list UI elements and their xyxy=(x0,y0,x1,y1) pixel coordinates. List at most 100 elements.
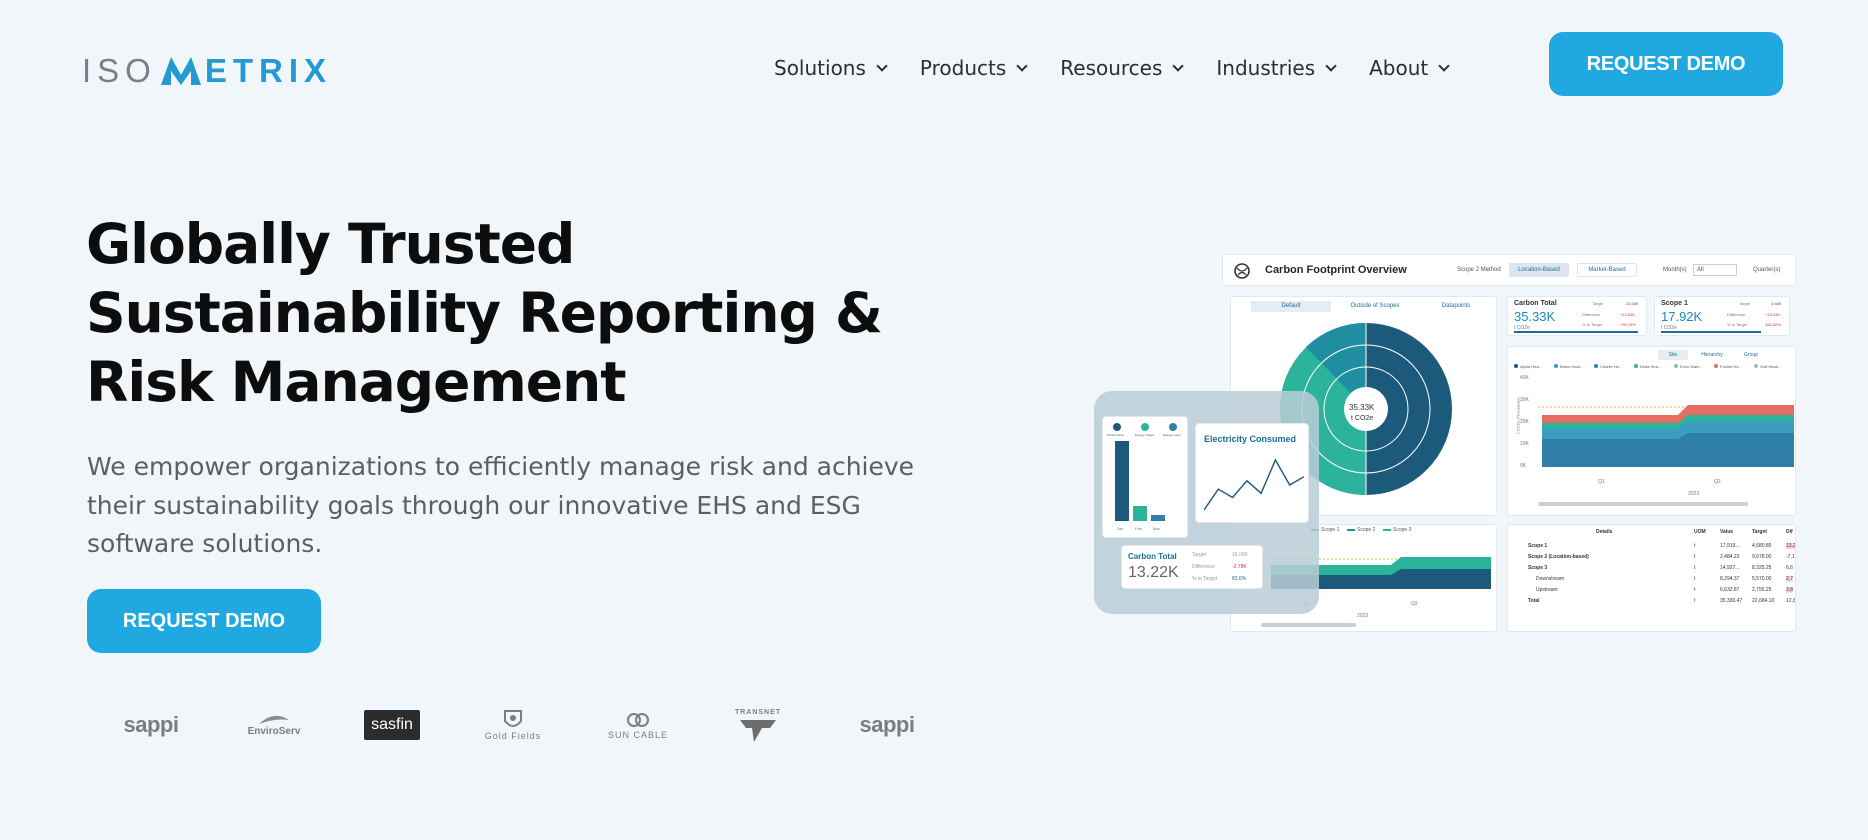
table-row: Upstream t 6,632.87 2,755.25 3,8 xyxy=(1508,587,1795,598)
details-header-cell: Details xyxy=(1596,529,1613,535)
bottom-quarter-label: Q2 xyxy=(1411,601,1418,607)
kpi-diff-label: Difference xyxy=(1727,312,1746,317)
hero-sub-line: software solutions. xyxy=(87,529,323,558)
electricity-card: Electricity Consumed xyxy=(1195,423,1309,523)
chevron-down-icon xyxy=(876,59,888,72)
legend-swatch xyxy=(1514,364,1518,368)
table-cell: Upstream xyxy=(1536,587,1558,593)
area-legend: Alpha Hea... Bravo Heal... Charlie He... De… xyxy=(1514,364,1794,372)
mini-bar-x-label: Mar xyxy=(1153,526,1160,531)
brand-m-mark xyxy=(160,57,201,85)
nav-about[interactable]: About xyxy=(1369,56,1450,80)
tab-location-based[interactable]: Location-Based xyxy=(1509,263,1569,277)
mini-bar-x-label: Jan xyxy=(1117,526,1124,531)
details-table: Details UOM Value Target Dif Scope 1 t 17,919.… xyxy=(1507,524,1796,632)
leaf-icon xyxy=(259,715,289,724)
kpi-pct-label: % to Target xyxy=(1727,322,1748,327)
legend-swatch xyxy=(1634,364,1638,368)
request-demo-button[interactable]: REQUEST DEMO xyxy=(1549,32,1783,96)
dashboard-header: Carbon Footprint Overview Scope 2 Method… xyxy=(1222,254,1796,286)
hero-title: Globally Trusted Sustainability Reportin… xyxy=(86,210,883,417)
bottom-scrollbar[interactable] xyxy=(1261,623,1356,627)
knot-icon xyxy=(627,713,649,727)
view-tab-datapoints[interactable]: Datapoints xyxy=(1421,301,1491,312)
legend-swatch xyxy=(1383,528,1391,531)
details-header-cell: Value xyxy=(1720,529,1734,535)
nav-industries[interactable]: Industries xyxy=(1216,56,1337,80)
hero-request-demo-button[interactable]: REQUEST DEMO xyxy=(87,589,321,653)
kpi-value: 17.92K xyxy=(1661,309,1703,324)
mini-diff-label: Difference xyxy=(1192,564,1215,570)
mini-carbon-value: 13.22K xyxy=(1128,564,1179,581)
legend-item: Echo Ware... xyxy=(1674,364,1703,369)
mini-carbon-label: Carbon Total xyxy=(1128,552,1177,561)
view-tab-outside[interactable]: Outside of Scopes xyxy=(1335,301,1415,312)
tab-market-based[interactable]: Market-Based xyxy=(1577,263,1637,277)
kpi-target: 4.68K xyxy=(1771,301,1782,306)
month-select[interactable]: All xyxy=(1693,264,1737,276)
client-logo-goldfields: Gold Fields xyxy=(482,700,544,750)
area-y-label: t CO2e (Thousands) xyxy=(1515,397,1521,434)
kpi-diff: +13.24K xyxy=(1765,312,1781,317)
area-tab-hierarchy[interactable]: Hierarchy xyxy=(1694,350,1730,360)
kpi-progress-bar xyxy=(1661,331,1761,333)
nav-label: Products xyxy=(919,56,1007,80)
kpi-pct: +55.76% xyxy=(1620,322,1636,327)
mini-target: 16.00K xyxy=(1232,552,1248,558)
legend-item: Golf Head... xyxy=(1754,364,1781,369)
table-row: Scope 2 (Location-based) t 2,484.23 9,678.0… xyxy=(1508,554,1795,565)
table-cell: t xyxy=(1694,598,1696,604)
nav-resources[interactable]: Resources xyxy=(1060,56,1185,80)
donut-center-unit: t CO2e xyxy=(1351,415,1374,422)
shield-icon xyxy=(504,710,522,727)
table-cell: -7,1 xyxy=(1786,554,1795,560)
table-cell: 12,6 xyxy=(1786,598,1796,604)
hero-title-line: Sustainability Reporting & xyxy=(86,281,883,345)
mini-bar-x-label: Feb xyxy=(1135,526,1142,531)
table-cell: 14,927... xyxy=(1720,565,1740,571)
nav-label: Resources xyxy=(1060,56,1163,80)
scope-legend-item: Scope 3 xyxy=(1383,527,1411,533)
table-row: Scope 3 t 14,927... 8,325.25 6,6 xyxy=(1508,565,1795,576)
site-area-card: Site Hierarchy Group Alpha Hea... Bravo H… xyxy=(1507,346,1796,516)
client-logo-text: EnviroServ xyxy=(247,725,301,737)
brand-logo[interactable]: ISO ETRIX xyxy=(82,52,332,90)
main-nav: Solutions Products Resources Industries … xyxy=(774,56,1450,80)
table-cell: 4,680.85 xyxy=(1752,543,1772,549)
nav-solutions[interactable]: Solutions xyxy=(774,56,888,80)
client-logo-sappi-2: sappi xyxy=(859,712,915,737)
mini-bar xyxy=(1151,514,1165,521)
chevron-down-icon xyxy=(1172,59,1185,72)
area-quarter-label: Q2 xyxy=(1714,479,1721,485)
table-cell: Scope 2 (Location-based) xyxy=(1528,554,1589,560)
mini-target-label: Target xyxy=(1192,552,1206,558)
nav-products[interactable]: Products xyxy=(919,56,1028,80)
table-cell: 6,6 xyxy=(1786,565,1793,571)
mini-bar-dot xyxy=(1113,423,1121,431)
hero-title-line: Risk Management xyxy=(86,350,627,414)
kpi-label: Carbon Total xyxy=(1514,300,1557,307)
legend-item: Bravo Heal... xyxy=(1554,364,1583,369)
table-cell: t xyxy=(1694,543,1696,549)
table-cell: 8,294.37 xyxy=(1720,576,1740,582)
details-header-row: Details UOM Value Target Dif xyxy=(1508,529,1795,539)
client-logo-text: SUN CABLE xyxy=(607,730,669,740)
table-cell: 2,7 xyxy=(1786,576,1793,582)
y-tick-label: 0K xyxy=(1520,463,1527,469)
nav-label: Solutions xyxy=(774,56,866,80)
table-cell: 3,8 xyxy=(1786,587,1793,593)
table-cell: 35,330.47 xyxy=(1720,598,1743,604)
table-cell: Scope 1 xyxy=(1528,543,1548,549)
scope-method-label: Scope 2 Method xyxy=(1457,267,1501,273)
table-cell: 2,484.23 xyxy=(1720,554,1740,560)
view-tab-default[interactable]: Default xyxy=(1251,301,1331,312)
area-tab-site[interactable]: Site xyxy=(1658,350,1688,360)
table-cell: t xyxy=(1694,587,1696,593)
area-tab-group[interactable]: Group xyxy=(1736,350,1766,360)
kpi-target: 22.68K xyxy=(1626,301,1639,306)
client-logo-transnet: TRANSNET xyxy=(732,700,784,750)
mini-bar-label: Energy Level xyxy=(1163,433,1181,437)
legend-item: Delta Hea... xyxy=(1634,364,1661,369)
table-cell: 22,684.10 xyxy=(1752,598,1775,604)
area-scrollbar[interactable] xyxy=(1538,502,1748,506)
